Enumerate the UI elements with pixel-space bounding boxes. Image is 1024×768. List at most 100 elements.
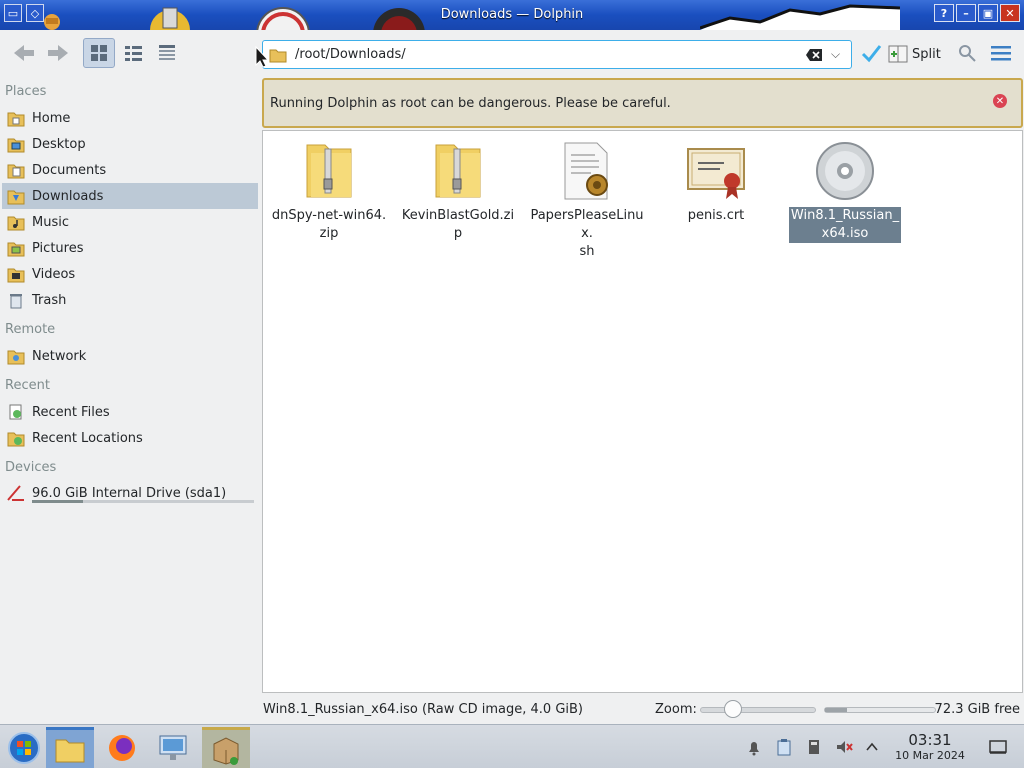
windows-logo-icon (8, 732, 40, 764)
downloads-folder-icon (6, 186, 26, 206)
drive-icon (6, 483, 26, 503)
search-icon (959, 45, 976, 62)
location-path[interactable]: /root/Downloads/ (295, 47, 805, 62)
status-bar: Win8.1_Russian_x64.iso (Raw CD image, 4.… (262, 696, 1024, 722)
search-button[interactable] (956, 38, 978, 68)
section-remote: Remote (5, 322, 56, 337)
split-button[interactable]: Split (888, 44, 941, 64)
sidebar-item-trash[interactable]: Trash (2, 287, 258, 313)
alarm-bell-icon (749, 742, 759, 756)
mouse-cursor-icon (255, 46, 269, 68)
sidebar-item-label: Network (32, 348, 87, 364)
show-desktop-button[interactable] (988, 737, 1008, 757)
sidebar-item-videos[interactable]: Videos (2, 261, 258, 287)
back-button[interactable] (10, 38, 38, 68)
tray-volume[interactable] (834, 737, 854, 757)
hamburger-menu-icon (991, 46, 1011, 61)
hamburger-menu-button[interactable] (988, 38, 1014, 68)
folder-icon (269, 49, 287, 62)
window-controls: ? – ▣ ✕ (934, 4, 1020, 22)
sidebar-item-recent-files[interactable]: Recent Files (2, 399, 258, 425)
file-item[interactable]: dnSpy-net-win64. zip (269, 139, 389, 243)
sidebar-item-home[interactable]: Home (2, 105, 258, 131)
sidebar-item-downloads[interactable]: Downloads (2, 183, 258, 209)
sidebar-item-desktop[interactable]: Desktop (2, 131, 258, 157)
shell-script-icon (564, 142, 608, 200)
free-space-fill (825, 708, 847, 712)
sidebar-item-pictures[interactable]: Pictures (2, 235, 258, 261)
title-bar[interactable]: ▭ ◇ Downloads — Dolphin ? – ▣ ✕ (0, 0, 1024, 30)
file-item[interactable]: penis.crt (656, 139, 776, 225)
forward-button[interactable] (44, 38, 72, 68)
file-item-selected[interactable]: Win8.1_Russian_ x64.iso (785, 139, 905, 243)
start-button[interactable] (0, 727, 48, 768)
sidebar-item-label: 96.0 GiB Internal Drive (sda1) (32, 485, 227, 501)
sidebar-item-network[interactable]: Network (2, 343, 258, 369)
status-info: Win8.1_Russian_x64.iso (Raw CD image, 4.… (263, 701, 583, 717)
trash-icon (6, 290, 26, 310)
clipboard-icon (777, 739, 791, 756)
clear-text-icon[interactable] (805, 48, 823, 62)
sidebar-item-label: Home (32, 110, 71, 126)
close-warning-icon[interactable]: ✕ (993, 94, 1007, 108)
zip-archive-icon (435, 144, 481, 198)
chevron-up-icon (866, 742, 878, 751)
sidebar-item-label: Videos (32, 266, 76, 282)
volume-muted-icon (837, 741, 853, 753)
split-view-icon (888, 45, 908, 63)
sidebar-item-recent-locations[interactable]: Recent Locations (2, 425, 258, 451)
sidebar-item-label: Trash (32, 292, 67, 308)
sidebar-item-music[interactable]: Music (2, 209, 258, 235)
details-view-icon (159, 45, 175, 60)
compact-view-button[interactable] (118, 38, 148, 68)
show-desktop-icon (989, 740, 1007, 754)
minimize-button[interactable]: – (956, 4, 976, 22)
sidebar-item-label: Documents (32, 162, 107, 178)
free-space-label: 72.3 GiB free (934, 701, 1020, 717)
sidebar-item-label: Recent Files (32, 404, 110, 420)
zoom-label: Zoom: (655, 701, 697, 717)
close-button[interactable]: ✕ (1000, 4, 1020, 22)
taskbar-firefox[interactable] (98, 727, 146, 768)
tray-expand[interactable] (862, 737, 882, 757)
file-item[interactable]: KevinBlastGold.zip (398, 139, 518, 243)
taskbar-system-settings[interactable] (150, 727, 198, 768)
section-devices: Devices (5, 460, 57, 475)
tray-notifications[interactable] (744, 737, 764, 757)
sidebar-item-label: Downloads (32, 188, 104, 204)
root-warning-banner: Running Dolphin as root can be dangerous… (262, 78, 1023, 128)
firefox-icon (109, 735, 135, 761)
file-name: Win8.1_Russian_ x64.iso (788, 207, 902, 243)
confirm-location-button[interactable] (858, 38, 884, 68)
arrow-right-icon (48, 45, 68, 61)
arrow-left-icon (14, 45, 34, 61)
zoom-slider-handle[interactable] (724, 700, 742, 718)
certificate-icon (687, 148, 745, 199)
sidebar-item-label: Music (32, 214, 69, 230)
details-view-button[interactable] (152, 38, 182, 68)
zoom-slider[interactable] (700, 707, 816, 713)
recent-files-icon (6, 402, 26, 422)
file-name: PapersPleaseLinux. sh (530, 208, 644, 259)
location-bar[interactable]: /root/Downloads/ ⌵ (262, 40, 852, 69)
help-button[interactable]: ? (934, 4, 954, 22)
tray-device-notifier[interactable] (804, 737, 824, 757)
taskbar-file-manager[interactable] (46, 727, 94, 768)
split-label: Split (912, 46, 941, 62)
file-item[interactable]: PapersPleaseLinux. sh (527, 139, 647, 261)
chevron-down-icon[interactable]: ⌵ (831, 47, 845, 62)
section-recent: Recent (5, 378, 50, 393)
tray-clipboard[interactable] (774, 737, 794, 757)
file-view[interactable]: dnSpy-net-win64. zip KevinBlastGold.zip P… (262, 130, 1023, 693)
clock-date: 10 Mar 2024 (895, 749, 965, 762)
taskbar-package-installer[interactable] (202, 727, 250, 768)
file-name: KevinBlastGold.zip (401, 208, 515, 241)
icons-view-icon (91, 45, 107, 61)
checkmark-icon (861, 45, 882, 63)
maximize-button[interactable]: ▣ (978, 4, 998, 22)
sidebar-item-documents[interactable]: Documents (2, 157, 258, 183)
file-name: dnSpy-net-win64. zip (271, 208, 387, 241)
monitor-settings-icon (159, 735, 187, 760)
icons-view-button[interactable] (83, 38, 115, 68)
clock[interactable]: 03:31 10 Mar 2024 (890, 731, 970, 762)
